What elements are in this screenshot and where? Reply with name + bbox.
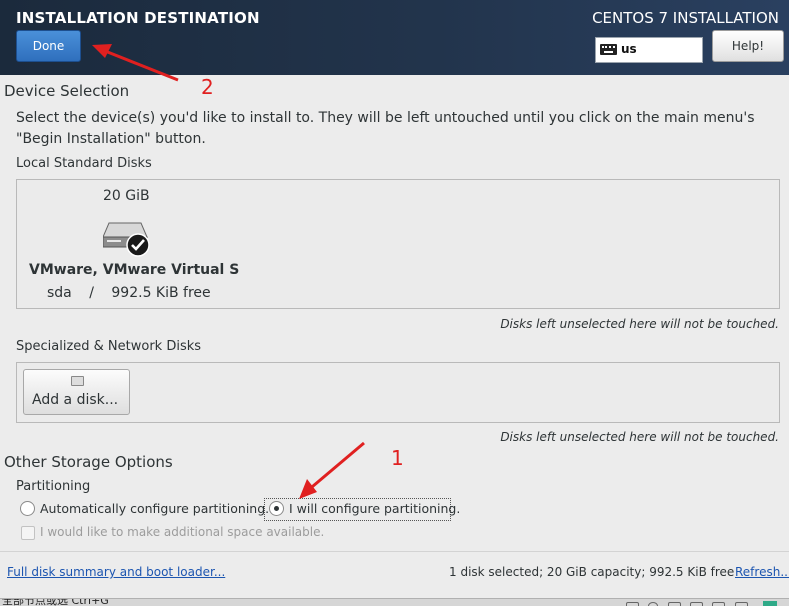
installer-title: CENTOS 7 INSTALLATION [592,9,779,27]
taskbar-display-icon[interactable] [735,602,748,606]
disk-device: sda [47,285,72,301]
annotation-arrowhead-1 [299,479,317,499]
disk-size: 20 GiB [103,188,150,204]
auto-partitioning-label[interactable]: Automatically configure partitioning. [40,501,269,516]
keyboard-layout-indicator[interactable]: us [595,37,703,63]
additional-space-label: I would like to make additional space av… [40,525,325,539]
disk-info: sda / 992.5 KiB free [47,285,211,301]
add-disk-label: Add a disk... [32,392,119,408]
taskbar-hint: 全部节点或选 Ctrl+G [2,598,109,606]
top-header-bar: INSTALLATION DESTINATION CENTOS 7 INSTAL… [0,0,789,75]
local-disks-label: Local Standard Disks [16,156,152,171]
hard-disk-selected-icon[interactable] [103,217,151,257]
host-taskbar: 全部节点或选 Ctrl+G [0,598,789,606]
specialized-disks-label: Specialized & Network Disks [16,339,202,354]
page-title: INSTALLATION DESTINATION [16,9,260,27]
disk-summary-text: 1 disk selected; 20 GiB capacity; 992.5 … [449,565,735,579]
additional-space-checkbox[interactable] [21,526,35,540]
taskbar-monitor-icon[interactable] [626,602,639,606]
taskbar-usb-icon[interactable] [690,602,703,606]
annotation-label-2: 2 [201,75,214,99]
done-button[interactable]: Done [16,30,81,62]
other-storage-heading: Other Storage Options [4,453,173,471]
local-disks-note: Disks left unselected here will not be t… [500,317,779,331]
device-selection-heading: Device Selection [4,82,130,100]
specialized-disks-note: Disks left unselected here will not be t… [500,430,779,444]
annotation-label-1: 1 [391,446,404,470]
taskbar-sound-icon[interactable] [712,602,725,606]
full-disk-summary-link[interactable]: Full disk summary and boot loader... [7,565,225,579]
partitioning-label: Partitioning [16,479,91,494]
taskbar-disc-icon[interactable] [648,602,658,606]
device-selection-description-2: "Begin Installation" button. [16,131,206,147]
refresh-link[interactable]: Refresh... [735,565,789,579]
specialized-disks-panel [16,362,780,423]
device-selection-description-1: Select the device(s) you'd like to insta… [16,110,755,126]
annotation-arrow-1 [305,441,365,494]
manual-partitioning-label[interactable]: I will configure partitioning. [289,501,460,516]
disk-info-separator: / [89,285,94,301]
add-disk-button[interactable]: Add a disk... [23,369,130,415]
keyboard-layout-label: us [621,42,637,56]
footer-divider [0,551,789,552]
auto-partitioning-radio[interactable] [20,501,35,516]
taskbar-network-icon[interactable] [668,602,681,606]
disk-free-space: 992.5 KiB free [111,285,211,301]
disk-icon [71,376,84,386]
taskbar-status-icon[interactable] [763,601,777,606]
keyboard-icon [600,44,617,55]
disk-name: VMware, VMware Virtual S [29,262,240,278]
manual-partitioning-radio[interactable] [269,501,284,516]
help-button[interactable]: Help! [712,30,784,62]
